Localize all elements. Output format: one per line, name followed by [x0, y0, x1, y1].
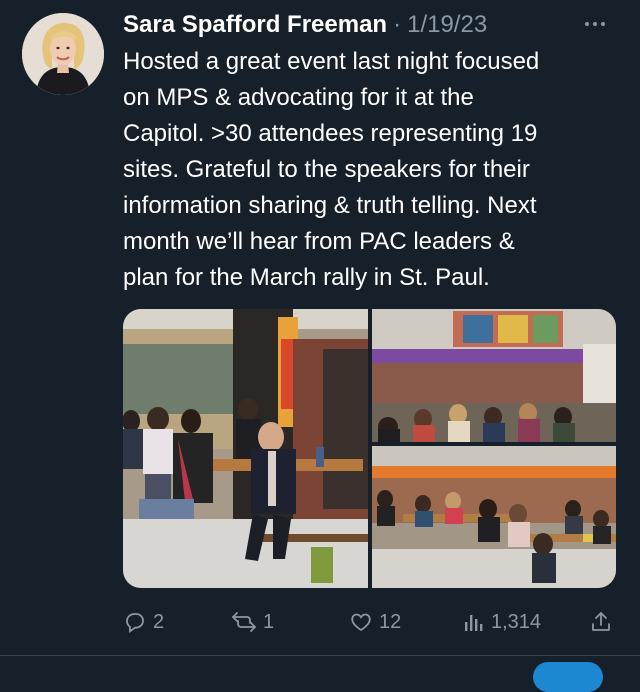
reply-icon — [123, 610, 147, 634]
tweet-line: month we’ll hear from PAC leaders & — [123, 228, 515, 255]
views-icon — [463, 610, 485, 634]
photo-3[interactable] — [372, 446, 616, 588]
photo-2[interactable] — [372, 309, 616, 442]
retweet-count: 1 — [263, 610, 275, 633]
tweet-line: Hosted a great event last night focused — [123, 48, 540, 75]
more-horizontal-icon[interactable] — [580, 14, 610, 34]
retweet-icon — [231, 610, 257, 634]
more-dot — [593, 22, 597, 26]
photo-1[interactable] — [123, 309, 368, 588]
tweet-line: information sharing & truth telling. Nex… — [123, 192, 537, 219]
retweet-button[interactable]: 1 — [231, 605, 274, 639]
tweet-date[interactable]: 1/19/23 — [407, 11, 487, 39]
share-icon — [589, 610, 613, 634]
tweet-actions: 2 1 12 1,314 — [123, 605, 623, 639]
tweet-line: sites. Grateful to the speakers for thei… — [123, 156, 530, 183]
tweet-header: Sara Spafford Freeman · 1/19/23 — [123, 8, 623, 42]
like-button[interactable]: 12 — [349, 605, 401, 639]
header-separator: · — [393, 11, 402, 38]
tweet-divider — [0, 655, 640, 656]
views-count: 1,314 — [491, 610, 542, 633]
more-dot — [585, 22, 589, 26]
tweet-text: Hosted a great event last night focused … — [123, 44, 623, 296]
author-avatar[interactable] — [22, 13, 104, 95]
tweet-line: plan for the March rally in St. Paul. — [123, 264, 490, 291]
tweet-line: Capitol. >30 attendees representing 19 — [123, 120, 538, 147]
compose-button-edge[interactable] — [533, 662, 603, 692]
views-button[interactable]: 1,314 — [463, 605, 541, 639]
reply-button[interactable]: 2 — [123, 605, 164, 639]
author-name[interactable]: Sara Spafford Freeman — [123, 11, 387, 39]
share-button[interactable] — [589, 605, 613, 639]
more-dot — [601, 22, 605, 26]
tweet-media — [123, 309, 616, 588]
reply-count: 2 — [153, 610, 165, 633]
tweet-line: on MPS & advocating for it at the — [123, 84, 474, 111]
like-count: 12 — [379, 610, 402, 633]
heart-icon — [349, 610, 373, 634]
